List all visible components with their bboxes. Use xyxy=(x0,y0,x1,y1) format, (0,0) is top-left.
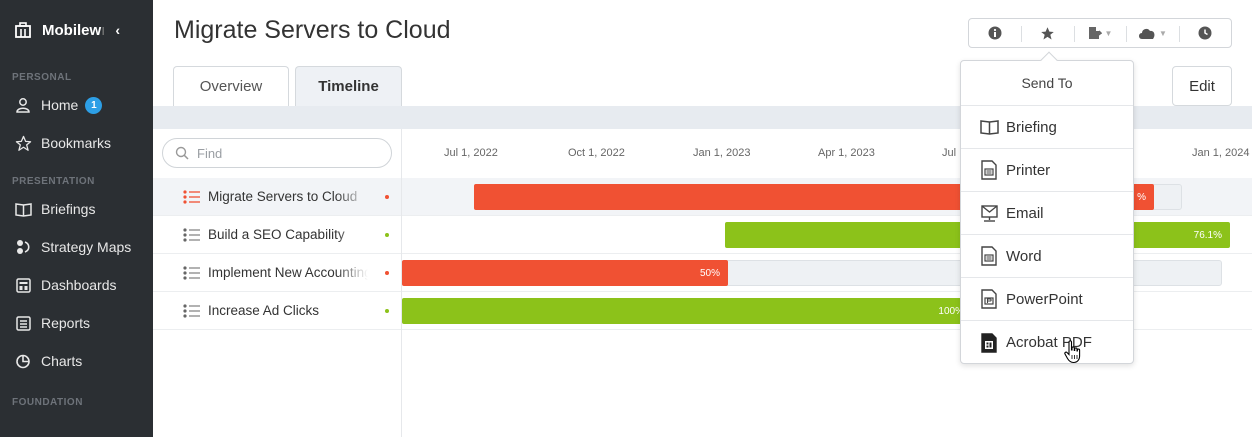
task-row[interactable]: Implement New Accounting xyxy=(153,254,401,292)
page-title: Migrate Servers to Cloud xyxy=(174,16,451,44)
sidebar-item-label: Briefings xyxy=(41,201,96,217)
section-foundation: FOUNDATION xyxy=(12,397,83,408)
task-list-icon xyxy=(183,227,200,242)
sidebar-item-home[interactable]: Home 1 xyxy=(0,86,153,124)
tab-overview[interactable]: Overview xyxy=(173,66,289,106)
sidebar-item-dashboards[interactable]: Dashboards xyxy=(0,266,153,304)
send-to-briefing[interactable]: Briefing xyxy=(961,106,1133,149)
progress-bar[interactable]: 50% xyxy=(402,260,728,286)
strategy-map-icon xyxy=(14,238,32,256)
cloud-button[interactable]: ▼ xyxy=(1126,19,1178,47)
pdf-file-icon xyxy=(979,332,999,354)
sidebar-item-bookmarks[interactable]: Bookmarks xyxy=(0,124,153,162)
book-icon xyxy=(979,116,999,138)
sidebar-item-label: Home xyxy=(41,97,79,113)
export-button[interactable]: ▼ xyxy=(1073,19,1126,47)
timeline-date: Apr 1, 2023 xyxy=(818,147,875,159)
status-dot xyxy=(385,194,389,199)
toolbar: ▼ ▼ xyxy=(968,18,1232,48)
send-to-powerpoint[interactable]: PowerPoint xyxy=(961,278,1133,321)
book-icon xyxy=(14,200,32,218)
task-name: Implement New Accounting xyxy=(208,265,368,280)
edit-button[interactable]: Edit xyxy=(1172,66,1232,106)
menu-item-label: Printer xyxy=(1006,161,1051,179)
printer-file-icon xyxy=(979,159,999,181)
app-name: Mobilew xyxy=(42,21,102,39)
send-to-dropdown: Send To Briefing Printer Email Word Powe… xyxy=(960,51,1134,364)
cloud-icon xyxy=(1138,28,1155,39)
menu-item-label: Briefing xyxy=(1006,118,1057,136)
search-input[interactable]: Find xyxy=(162,138,392,168)
status-dot xyxy=(385,308,389,313)
export-icon xyxy=(1088,27,1102,39)
collapse-sidebar-icon[interactable]: ‹ xyxy=(115,22,120,38)
task-name: Build a SEO Capability xyxy=(208,227,345,242)
info-button[interactable] xyxy=(969,19,1021,47)
status-dot xyxy=(385,232,389,237)
menu-item-label: PowerPoint xyxy=(1006,290,1083,308)
sidebar-item-briefings[interactable]: Briefings xyxy=(0,190,153,228)
task-row[interactable]: Increase Ad Clicks xyxy=(153,292,401,330)
sidebar-item-reports[interactable]: Reports xyxy=(0,304,153,342)
task-row[interactable]: Build a SEO Capability xyxy=(153,216,401,254)
app-name-fade: ı xyxy=(101,21,106,39)
sidebar-item-label: Bookmarks xyxy=(41,135,112,151)
sidebar-item-label: Charts xyxy=(41,353,83,369)
menu-item-label: Word xyxy=(1006,247,1042,265)
search-placeholder: Find xyxy=(197,145,223,161)
search-icon xyxy=(175,146,189,160)
clock-icon xyxy=(1198,26,1212,40)
report-icon xyxy=(14,314,32,332)
chevron-down-icon: ▼ xyxy=(1158,28,1167,38)
history-button[interactable] xyxy=(1178,19,1231,47)
task-list-icon xyxy=(183,303,200,318)
hand-cursor-icon xyxy=(1064,340,1081,364)
dashboard-icon xyxy=(14,276,32,294)
timeline-date: Jul 1, 2022 xyxy=(444,147,498,159)
section-presentation: PRESENTATION xyxy=(12,176,95,187)
task-list-icon xyxy=(183,265,200,280)
send-to-printer[interactable]: Printer xyxy=(961,149,1133,192)
user-icon xyxy=(14,96,32,114)
timeline-date: Jan 1, 2023 xyxy=(693,147,751,159)
send-to-word[interactable]: Word xyxy=(961,235,1133,278)
sidebar-item-charts[interactable]: Charts xyxy=(0,342,153,380)
menu-item-label: Email xyxy=(1006,204,1044,222)
bookmark-button[interactable] xyxy=(1021,19,1073,47)
pie-chart-icon xyxy=(14,352,32,370)
send-to-acrobat-pdf[interactable]: Acrobat PDF xyxy=(961,321,1133,364)
timeline-date: Oct 1, 2022 xyxy=(568,147,625,159)
info-icon xyxy=(988,26,1002,40)
sidebar-item-label: Reports xyxy=(41,315,91,331)
section-personal: PERSONAL xyxy=(12,72,72,83)
powerpoint-file-icon xyxy=(979,288,999,310)
organization-icon xyxy=(15,22,31,38)
notification-badge: 1 xyxy=(85,96,103,114)
star-icon xyxy=(1041,26,1054,39)
dropdown-title: Send To xyxy=(961,61,1133,106)
chevron-down-icon: ▼ xyxy=(1104,28,1113,38)
send-to-email[interactable]: Email xyxy=(961,192,1133,235)
task-list-icon xyxy=(183,189,200,204)
progress-label: 50% xyxy=(699,267,720,279)
sidebar-item-label: Dashboards xyxy=(41,277,117,293)
sidebar: Mobilew ı ‹ PERSONAL Home 1 Bookmarks PRE… xyxy=(0,0,153,437)
status-dot xyxy=(385,270,389,275)
task-name: Migrate Servers to Cloud xyxy=(208,189,358,204)
progress-bar[interactable]: 100% xyxy=(402,298,972,324)
sidebar-item-strategy-maps[interactable]: Strategy Maps xyxy=(0,228,153,266)
timeline-date: Jul xyxy=(942,147,957,159)
task-row[interactable]: Migrate Servers to Cloud xyxy=(153,178,401,216)
sidebar-item-label: Strategy Maps xyxy=(41,239,132,255)
progress-label: 76.1% xyxy=(1193,229,1222,241)
task-name: Increase Ad Clicks xyxy=(208,303,320,318)
word-file-icon xyxy=(979,245,999,267)
email-icon xyxy=(979,202,999,224)
timeline-date: Jan 1, 2024 xyxy=(1192,147,1250,159)
progress-label: % xyxy=(1137,191,1146,203)
app-header[interactable]: Mobilew ı ‹ xyxy=(0,0,153,60)
star-outline-icon xyxy=(14,134,32,152)
tab-timeline[interactable]: Timeline xyxy=(295,66,402,106)
